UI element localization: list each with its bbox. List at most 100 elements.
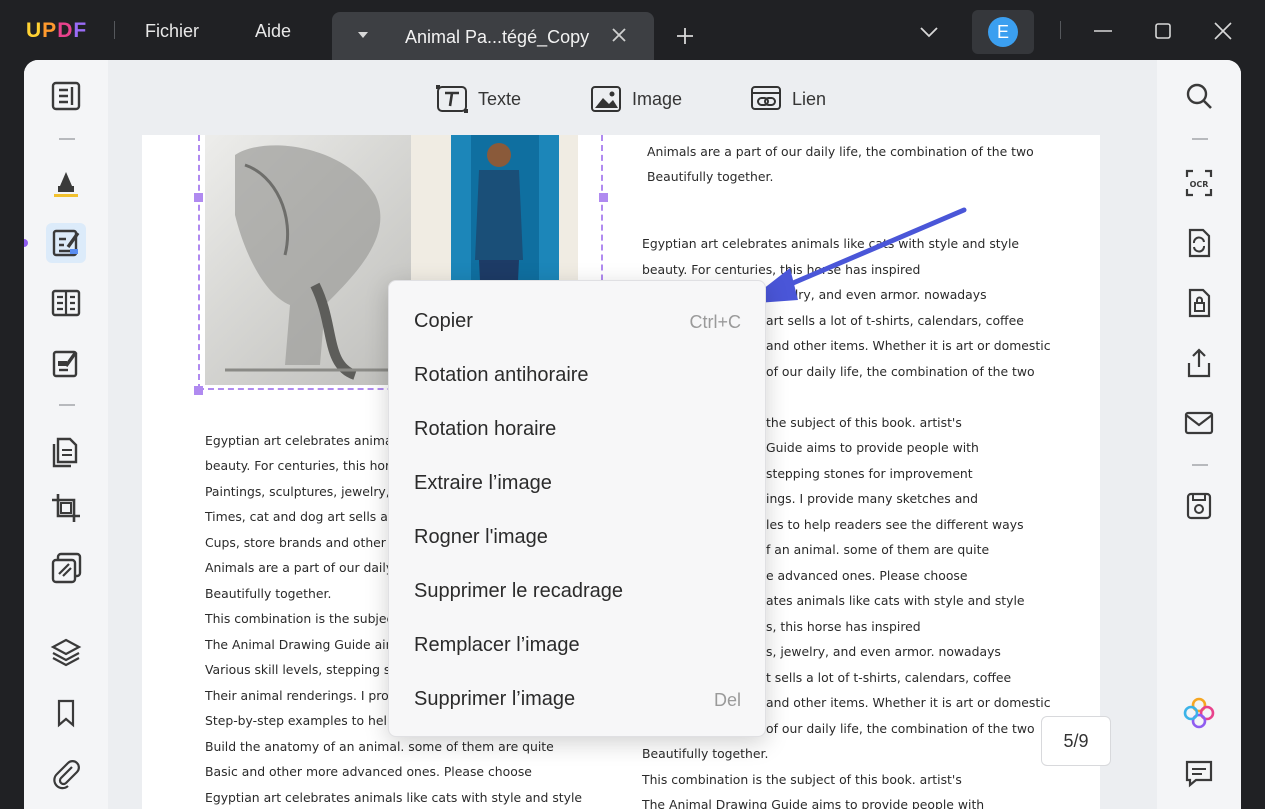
text-line: Beautifully together. (642, 746, 769, 761)
document-tab[interactable]: Animal Pa...tégé_Copy (332, 12, 654, 62)
logo-letter-p: P (42, 19, 58, 42)
text-line: les to help readers see the different wa… (766, 517, 1024, 532)
form-icon[interactable] (48, 285, 84, 321)
menu-item-label: Supprimer l’image (414, 688, 576, 710)
sidebar-divider (59, 404, 75, 406)
text-line: f an animal. some of them are quite (766, 542, 990, 557)
ai-icon[interactable] (1181, 695, 1217, 731)
menu-aide[interactable]: Aide (255, 21, 291, 42)
crop-image-menu-item[interactable]: Rogner l'image (389, 510, 767, 564)
convert-icon[interactable] (1181, 225, 1217, 261)
comment-icon[interactable] (1181, 755, 1217, 791)
text-line: Basic and other more advanced ones. Plea… (205, 764, 532, 779)
rotate-cw-menu-item[interactable]: Rotation horaire (389, 402, 767, 456)
active-indicator (24, 239, 28, 247)
highlighter-icon[interactable] (48, 164, 84, 200)
title-separator (1060, 21, 1061, 39)
context-menu: Copier Ctrl+C Rotation antihoraire Rotat… (388, 280, 766, 737)
tab-dropdown-icon[interactable] (358, 32, 368, 38)
replace-image-menu-item[interactable]: Remplacer l’image (389, 618, 767, 672)
left-sidebar (24, 60, 108, 809)
extract-image-menu-item[interactable]: Extraire l’image (389, 456, 767, 510)
sidebar-divider (1192, 464, 1208, 466)
save-icon[interactable] (1181, 488, 1217, 524)
text-line: Egyptian art celebrates animals like cat… (205, 790, 583, 805)
resize-handle[interactable] (194, 386, 203, 395)
menu-item-label: Extraire l’image (414, 472, 552, 494)
sidebar-divider (59, 138, 75, 140)
copy-menu-item[interactable]: Copier Ctrl+C (389, 294, 767, 348)
sidebar-divider (1192, 138, 1208, 140)
right-sidebar: OCR (1157, 60, 1241, 809)
text-line: Animals are a part of our daily (205, 560, 394, 575)
text-line: Beautifully together. (647, 169, 774, 184)
link-icon (751, 86, 781, 110)
text-line: ings. I provide many sketches and (766, 491, 979, 506)
account-button[interactable]: E (972, 10, 1034, 54)
chevron-down-icon[interactable] (918, 23, 940, 41)
text-line: beauty. For centuries, this hor (205, 458, 391, 473)
new-tab-icon[interactable] (675, 26, 695, 46)
edit-toolbar: Texte Image Lien (108, 60, 1157, 135)
text-line: Cups, store brands and other i (205, 535, 394, 550)
resize-handle[interactable] (194, 193, 203, 202)
close-tab-icon[interactable] (610, 26, 628, 44)
resize-handle[interactable] (599, 193, 608, 202)
text-line: This combination is the subject of this … (642, 772, 962, 787)
email-icon[interactable] (1181, 405, 1217, 441)
updf-logo: UPDF (26, 19, 87, 43)
text-line: e advanced ones. Please choose (766, 568, 968, 583)
logo-letter-d: D (57, 19, 74, 42)
logo-letter-f: F (73, 19, 88, 42)
link-label: Lien (792, 88, 827, 109)
crop-icon[interactable] (48, 490, 84, 526)
text-line: Guide aims to provide people with (766, 440, 979, 455)
text-line: Build the anatomy of an animal. some of … (205, 739, 554, 754)
image-icon (591, 86, 621, 112)
edit-pdf-icon[interactable] (48, 225, 84, 261)
shortcut-label: Ctrl+C (689, 312, 741, 332)
rotate-ccw-menu-item[interactable]: Rotation antihoraire (389, 348, 767, 402)
bookmark-icon[interactable] (48, 695, 84, 731)
protect-icon[interactable] (1181, 285, 1217, 321)
attachment-icon[interactable] (48, 755, 84, 791)
sign-icon[interactable] (48, 346, 84, 382)
logo-letter-u: U (26, 19, 43, 42)
layers-icon[interactable] (48, 634, 84, 670)
batch-icon[interactable] (48, 550, 84, 586)
text-line: This combination is the subjec (205, 611, 394, 626)
text-label: Texte (478, 88, 522, 109)
search-icon[interactable] (1181, 78, 1217, 114)
page-indicator[interactable]: 5/9 (1041, 716, 1111, 766)
text-line: The Animal Drawing Guide aims to provide… (642, 797, 985, 809)
maximize-icon[interactable] (1152, 20, 1174, 42)
text-line: of our daily life, the combination of th… (766, 721, 1035, 736)
menu-item-label: Rotation antihoraire (414, 364, 589, 386)
remove-crop-menu-item[interactable]: Supprimer le recadrage (389, 564, 767, 618)
text-line: t sells a lot of t-shirts, calendars, co… (766, 670, 1012, 685)
menu-item-label: Rotation horaire (414, 418, 557, 440)
text-line: Step-by-step examples to help (205, 713, 395, 728)
close-window-icon[interactable] (1212, 20, 1234, 42)
avatar: E (988, 17, 1018, 47)
menu-item-label: Remplacer l’image (414, 634, 580, 656)
delete-image-menu-item[interactable]: Supprimer l’image Del (389, 672, 767, 726)
ocr-icon[interactable]: OCR (1181, 165, 1217, 201)
svg-text:OCR: OCR (1190, 180, 1209, 189)
text-line: Times, cat and dog art sells a l (205, 509, 396, 524)
add-text-button[interactable]: Texte (436, 84, 521, 114)
reader-icon[interactable] (48, 78, 84, 114)
title-bar: UPDF Fichier Aide Animal Pa...tégé_Copy … (0, 0, 1265, 62)
image-label: Image (632, 88, 683, 109)
share-icon[interactable] (1181, 345, 1217, 381)
shortcut-label: Del (713, 690, 741, 710)
add-image-button[interactable]: Image (590, 84, 682, 114)
text-line: Animals are a part of our daily life, th… (647, 144, 1034, 159)
menu-fichier[interactable]: Fichier (145, 21, 199, 42)
text-line: Paintings, sculptures, jewelry, (205, 484, 390, 499)
minimize-icon[interactable] (1092, 20, 1114, 42)
organize-pages-icon[interactable] (48, 434, 84, 470)
text-line: the subject of this book. artist's (766, 415, 962, 430)
add-link-button[interactable]: Lien (750, 84, 826, 114)
menu-item-label: Copier (414, 310, 473, 332)
